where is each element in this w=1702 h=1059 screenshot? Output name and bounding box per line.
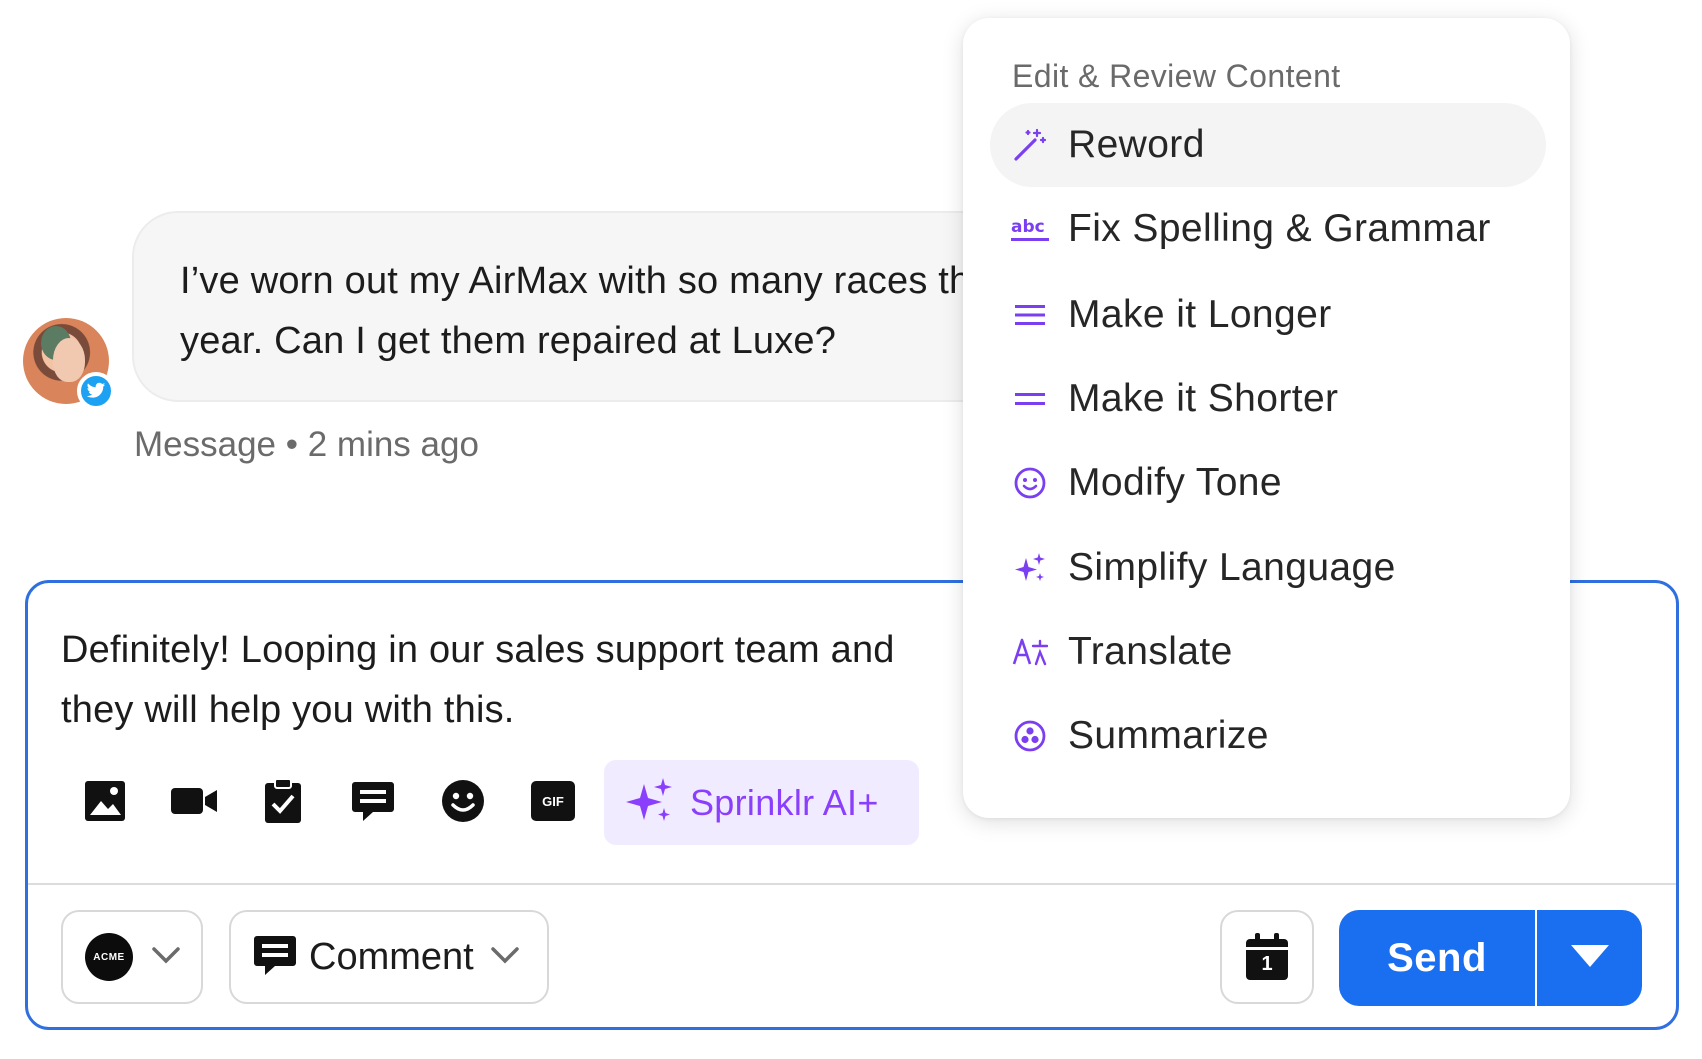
account-selector[interactable]: ACME	[61, 910, 203, 1004]
menu-item-translate[interactable]: Translate	[990, 610, 1546, 694]
message-meta: Message • 2 mins ago	[134, 425, 479, 464]
menu-item-label: Fix Spelling & Grammar	[1068, 207, 1491, 250]
spellcheck-abc-icon: abc	[1010, 209, 1050, 249]
menu-item-summarize[interactable]: Summarize	[990, 694, 1546, 778]
menu-item-reword[interactable]: Reword	[990, 103, 1546, 187]
menu-item-fix-spelling[interactable]: abc Fix Spelling & Grammar	[990, 187, 1546, 271]
sparkle-icon	[1010, 548, 1050, 588]
svg-text:abc: abc	[1011, 217, 1045, 237]
twitter-icon	[77, 372, 115, 410]
menu-item-make-longer[interactable]: Make it Longer	[990, 273, 1546, 357]
reply-draft-text[interactable]: Definitely! Looping in our sales support…	[61, 620, 961, 740]
calendar-icon: 1	[1245, 933, 1289, 981]
calendar-day: 1	[1261, 953, 1273, 975]
menu-item-label: Make it Longer	[1068, 293, 1332, 336]
menu-item-label: Make it Shorter	[1068, 377, 1339, 420]
composer-divider	[28, 883, 1676, 885]
magic-wand-icon	[1010, 125, 1050, 165]
sparkle-icon	[626, 776, 674, 829]
message-icon	[253, 934, 297, 981]
avatar-face	[53, 338, 85, 382]
smiley-icon	[1010, 463, 1050, 503]
lines-two-icon	[1010, 379, 1050, 419]
send-button[interactable]: Send	[1339, 910, 1535, 1006]
comment-type-label: Comment	[309, 935, 474, 978]
translate-icon	[1010, 632, 1050, 672]
chevron-down-icon	[151, 946, 181, 969]
send-options-button[interactable]	[1537, 910, 1642, 1006]
comment-type-selector[interactable]: Comment	[229, 910, 549, 1004]
caret-down-icon	[1570, 944, 1609, 972]
acme-logo: ACME	[85, 933, 133, 981]
schedule-button[interactable]: 1	[1220, 910, 1314, 1004]
sprinklr-ai-label: Sprinklr AI+	[690, 781, 879, 823]
chevron-down-icon	[490, 946, 520, 969]
menu-heading: Edit & Review Content	[1012, 58, 1341, 94]
menu-item-label: Translate	[1068, 630, 1233, 673]
lines-three-icon	[1010, 295, 1050, 335]
menu-item-label: Reword	[1068, 123, 1205, 166]
video-icon[interactable]	[171, 778, 217, 824]
gif-label: GIF	[531, 781, 575, 821]
menu-item-make-shorter[interactable]: Make it Shorter	[990, 357, 1546, 441]
message-icon[interactable]	[350, 778, 396, 824]
menu-item-label: Summarize	[1068, 714, 1269, 757]
message-text: I’ve worn out my AirMax with so many rac…	[180, 260, 999, 362]
menu-item-label: Simplify Language	[1068, 546, 1396, 589]
gif-icon[interactable]: GIF	[530, 778, 576, 824]
summarize-icon	[1010, 716, 1050, 756]
menu-item-label: Modify Tone	[1068, 461, 1282, 504]
image-icon[interactable]	[82, 778, 128, 824]
emoji-icon[interactable]	[440, 778, 486, 824]
clipboard-check-icon[interactable]	[260, 778, 306, 824]
menu-item-modify-tone[interactable]: Modify Tone	[990, 441, 1546, 525]
sprinklr-ai-button[interactable]: Sprinklr AI+	[604, 760, 919, 845]
menu-item-simplify-language[interactable]: Simplify Language	[990, 526, 1546, 610]
